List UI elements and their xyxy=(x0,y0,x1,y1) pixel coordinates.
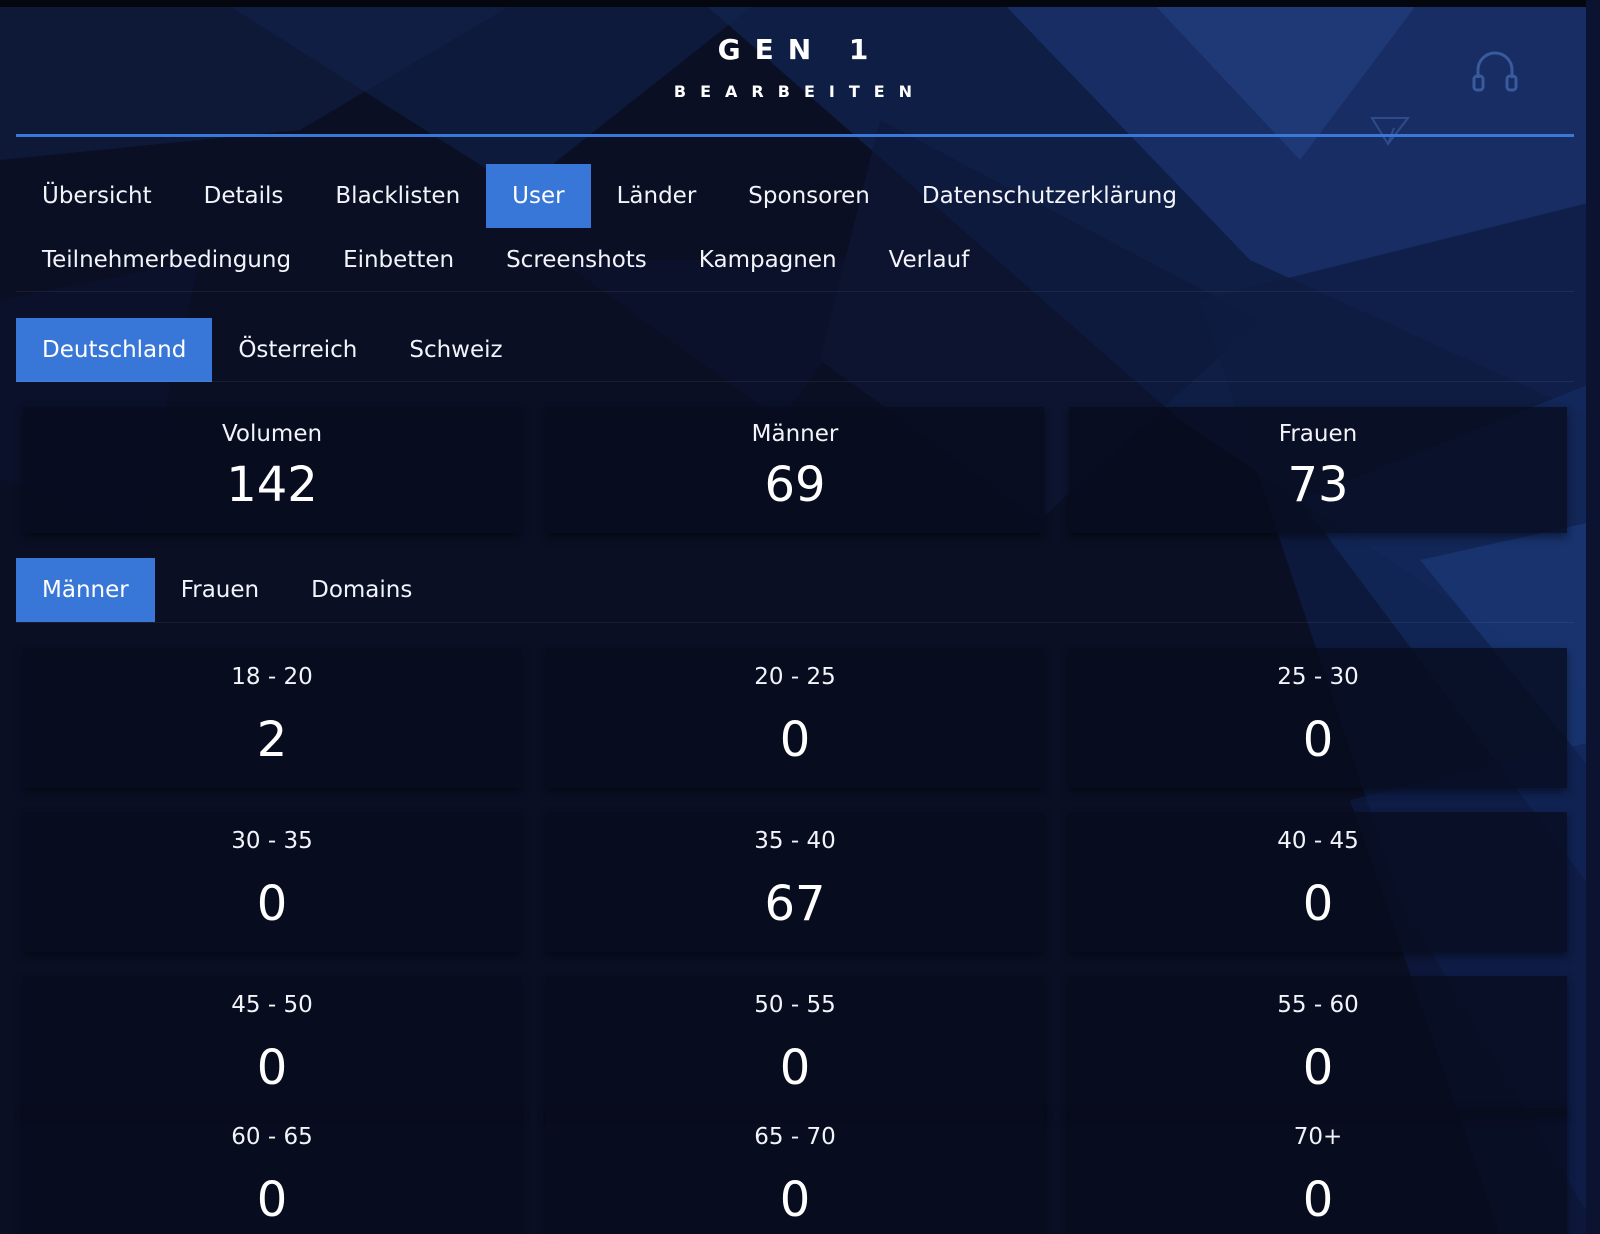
card-label: 20 - 25 xyxy=(754,664,836,690)
page-header: GEN 1 BEARBEITEN xyxy=(0,30,1586,102)
age-card-18-20: 18 - 20 2 xyxy=(23,648,521,788)
card-label: 55 - 60 xyxy=(1277,992,1359,1018)
gender-tab-frauen[interactable]: Frauen xyxy=(155,558,285,622)
card-value: 0 xyxy=(256,1040,288,1096)
card-value: 0 xyxy=(1302,876,1334,932)
country-tab-schweiz[interactable]: Schweiz xyxy=(383,318,528,382)
card-label: 50 - 55 xyxy=(754,992,836,1018)
top-strip xyxy=(0,0,1600,7)
card-value: 0 xyxy=(256,1172,288,1228)
summary-card-volumen: Volumen 142 xyxy=(23,407,521,533)
scrollbar-track[interactable] xyxy=(1586,0,1600,1234)
page-title: GEN 1 xyxy=(717,33,883,66)
divider xyxy=(16,291,1574,292)
age-card-25-30: 25 - 30 0 xyxy=(1069,648,1567,788)
card-label: 70+ xyxy=(1293,1124,1343,1150)
card-value: 0 xyxy=(256,876,288,932)
main-tab-bar: Übersicht Details Blacklisten User Länder Spo… xyxy=(16,164,1436,292)
headset-icon[interactable] xyxy=(1470,48,1520,98)
tab-details[interactable]: Details xyxy=(178,164,310,228)
card-value: 0 xyxy=(779,1172,811,1228)
age-card-45-50: 45 - 50 0 xyxy=(23,976,521,1116)
card-label: 45 - 50 xyxy=(231,992,313,1018)
card-value: 0 xyxy=(1302,712,1334,768)
card-label: Volumen xyxy=(221,421,323,447)
card-value: 0 xyxy=(779,1040,811,1096)
country-tab-bar: Deutschland Österreich Schweiz xyxy=(16,318,529,382)
page-subtitle: BEARBEITEN xyxy=(673,82,927,101)
card-label: 18 - 20 xyxy=(231,664,313,690)
card-label: 30 - 35 xyxy=(231,828,313,854)
age-card-35-40: 35 - 40 67 xyxy=(546,812,1044,952)
tab-verlauf[interactable]: Verlauf xyxy=(863,228,996,292)
tab-user[interactable]: User xyxy=(486,164,591,228)
tab-kampagnen[interactable]: Kampagnen xyxy=(673,228,863,292)
age-card-20-25: 20 - 25 0 xyxy=(546,648,1044,788)
card-value: 142 xyxy=(226,457,318,513)
card-value: 0 xyxy=(1302,1040,1334,1096)
tab-uebersicht[interactable]: Übersicht xyxy=(16,164,178,228)
card-value: 69 xyxy=(764,457,826,513)
age-card-40-45: 40 - 45 0 xyxy=(1069,812,1567,952)
card-label: Frauen xyxy=(1278,421,1358,447)
tab-sponsoren[interactable]: Sponsoren xyxy=(722,164,896,228)
age-card-60-65: 60 - 65 0 xyxy=(23,1108,521,1234)
card-label: 40 - 45 xyxy=(1277,828,1359,854)
card-label: 65 - 70 xyxy=(754,1124,836,1150)
country-tab-deutschland[interactable]: Deutschland xyxy=(16,318,213,382)
age-card-30-35: 30 - 35 0 xyxy=(23,812,521,952)
card-value: 2 xyxy=(256,712,288,768)
summary-card-frauen: Frauen 73 xyxy=(1069,407,1567,533)
divider xyxy=(16,381,1574,382)
tab-laender[interactable]: Länder xyxy=(591,164,723,228)
gender-tab-domains[interactable]: Domains xyxy=(285,558,438,622)
tab-einbetten[interactable]: Einbetten xyxy=(317,228,480,292)
tab-teilnehmerbedingung[interactable]: Teilnehmerbedingung xyxy=(16,228,317,292)
summary-card-maenner: Männer 69 xyxy=(546,407,1044,533)
card-value: 67 xyxy=(764,876,826,932)
tab-screenshots[interactable]: Screenshots xyxy=(480,228,673,292)
divider xyxy=(16,622,1574,623)
card-value: 0 xyxy=(779,712,811,768)
age-card-55-60: 55 - 60 0 xyxy=(1069,976,1567,1116)
card-value: 73 xyxy=(1287,457,1349,513)
header-divider xyxy=(16,134,1574,137)
card-label: 25 - 30 xyxy=(1277,664,1359,690)
age-card-50-55: 50 - 55 0 xyxy=(546,976,1044,1116)
tab-datenschutzerklaerung[interactable]: Datenschutzerklärung xyxy=(896,164,1203,228)
card-value: 0 xyxy=(1302,1172,1334,1228)
tab-blacklisten[interactable]: Blacklisten xyxy=(309,164,486,228)
gender-tab-maenner[interactable]: Männer xyxy=(16,558,155,622)
country-tab-oesterreich[interactable]: Österreich xyxy=(212,318,383,382)
age-card-65-70: 65 - 70 0 xyxy=(546,1108,1044,1234)
paper-plane-icon xyxy=(1370,117,1410,146)
gender-tab-bar: Männer Frauen Domains xyxy=(16,558,438,622)
age-card-70-plus: 70+ 0 xyxy=(1069,1108,1567,1234)
card-label: 35 - 40 xyxy=(754,828,836,854)
card-label: Männer xyxy=(751,421,839,447)
card-label: 60 - 65 xyxy=(231,1124,313,1150)
